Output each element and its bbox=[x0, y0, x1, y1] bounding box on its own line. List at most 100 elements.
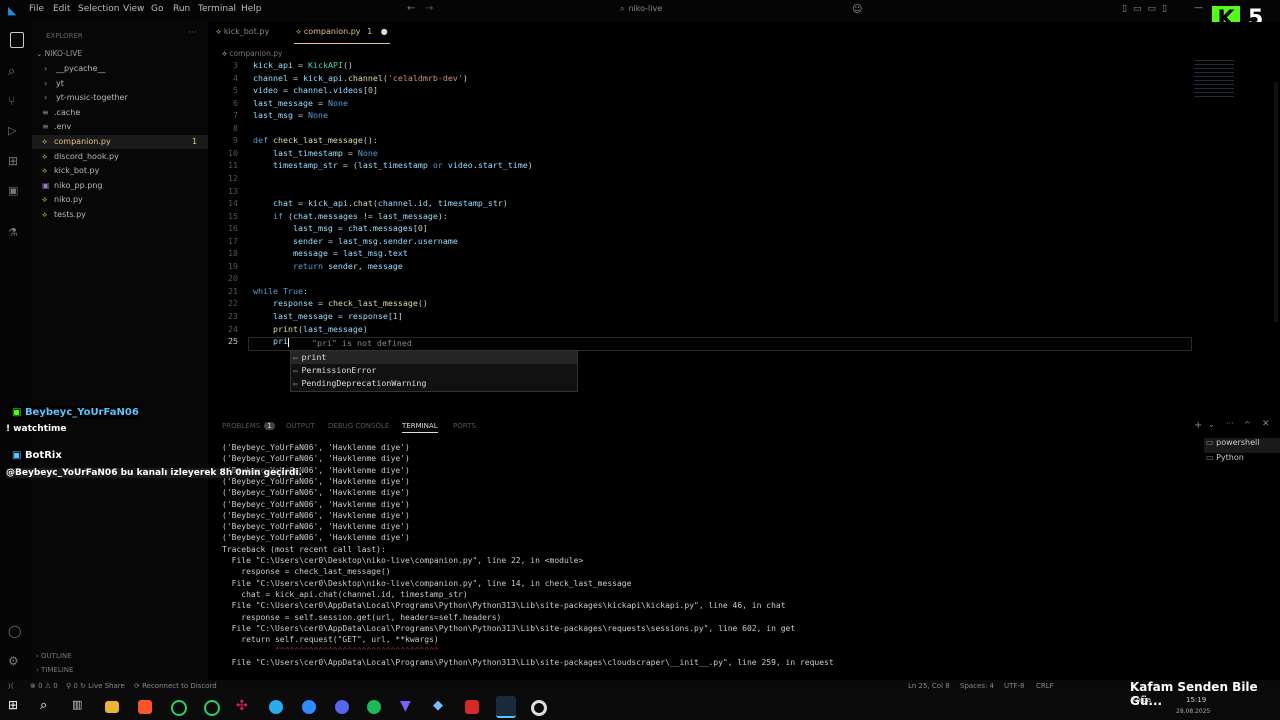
code-line[interactable]: 16 last_msg = chat.messages[0] bbox=[208, 222, 1208, 235]
code-line[interactable]: 6 last_message = None bbox=[208, 97, 1208, 110]
windows-start-icon[interactable]: ⊞ bbox=[8, 698, 26, 716]
file-explorer-icon[interactable] bbox=[105, 701, 119, 713]
menu-item-help[interactable]: Help bbox=[241, 4, 262, 14]
accounts-icon[interactable]: ◯ bbox=[8, 624, 24, 640]
command-center-search[interactable]: ⌕ niko-live bbox=[620, 4, 840, 18]
back-arrow-icon[interactable]: ← bbox=[407, 3, 415, 14]
settings-gear-icon[interactable]: ⚙ bbox=[8, 654, 24, 670]
clock-date[interactable]: 28.08.2025 bbox=[1176, 708, 1210, 715]
code-line[interactable]: 4 channel = kick_api.channel('celaldmrb-d… bbox=[208, 72, 1208, 85]
menu-item-go[interactable]: Go bbox=[151, 4, 163, 14]
forward-arrow-icon[interactable]: → bbox=[425, 3, 433, 14]
code-line[interactable]: 12 bbox=[208, 172, 1208, 185]
menu-item-file[interactable]: File bbox=[29, 4, 44, 14]
add-terminal-icon[interactable]: + bbox=[1194, 420, 1202, 431]
cursor-position[interactable]: Ln 25, Col 8 bbox=[908, 682, 950, 690]
code-line[interactable]: 14 chat = kick_api.chat(channel.id, time… bbox=[208, 197, 1208, 210]
acrobat-icon[interactable] bbox=[465, 700, 479, 714]
suggestion-item[interactable]: ▭ print bbox=[291, 351, 577, 364]
file-item--env[interactable]: ≡ .env bbox=[32, 120, 208, 134]
vpn-icon[interactable]: ▼ bbox=[400, 698, 418, 716]
code-line[interactable]: 5 video = channel.videos[0] bbox=[208, 84, 1208, 97]
shell-item-python[interactable]: ▭ Python bbox=[1204, 453, 1280, 468]
whatsapp-icon[interactable] bbox=[171, 700, 187, 716]
spotify-icon[interactable] bbox=[367, 700, 381, 714]
tab-companion[interactable]: ⟡ companion.py 1 ● bbox=[296, 27, 388, 41]
line-ending[interactable]: CRLF bbox=[1036, 682, 1054, 690]
search-icon[interactable]: ⌕ bbox=[40, 698, 58, 716]
minimize-button[interactable]: — bbox=[1194, 3, 1203, 13]
code-line[interactable]: 9 def check_last_message(): bbox=[208, 134, 1208, 147]
code-line[interactable]: 13 bbox=[208, 185, 1208, 198]
code-line[interactable]: 17 sender = last_msg.sender.username bbox=[208, 235, 1208, 248]
search-icon[interactable]: ⌕ bbox=[8, 64, 24, 80]
outline-section[interactable]: › OUTLINE bbox=[36, 652, 72, 660]
code-line[interactable]: 24 print(last_message) bbox=[208, 323, 1208, 336]
menu-item-selection[interactable]: Selection bbox=[78, 4, 119, 14]
telegram-icon[interactable] bbox=[269, 700, 283, 714]
timeline-section[interactable]: › TIMELINE bbox=[36, 666, 73, 674]
file-item-kick-bot-py[interactable]: ⟡ kick_bot.py bbox=[32, 164, 208, 178]
code-line[interactable]: 18 message = last_msg.text bbox=[208, 247, 1208, 260]
file-item-niko-py[interactable]: ⟡ niko.py bbox=[32, 193, 208, 207]
code-line[interactable]: 10 last_timestamp = None bbox=[208, 147, 1208, 160]
code-line[interactable]: 8 bbox=[208, 122, 1208, 135]
code-line[interactable]: 23 last_message = response[1] bbox=[208, 310, 1208, 323]
whatsapp-business-icon[interactable] bbox=[204, 700, 220, 716]
ports-status[interactable]: ⚲ 0 bbox=[66, 682, 78, 690]
remote-icon[interactable]: ⟩⟨ bbox=[8, 682, 13, 690]
code-line[interactable]: 21 while True: bbox=[208, 285, 1208, 298]
menu-item-run[interactable]: Run bbox=[173, 4, 190, 14]
code-line[interactable]: 15 if (chat.messages != last_message): bbox=[208, 210, 1208, 223]
maximize-panel-icon[interactable]: ^ bbox=[1244, 420, 1251, 429]
live-share-button[interactable]: ↻ Live Share bbox=[80, 682, 125, 690]
file-item-yt[interactable]: › yt bbox=[32, 77, 208, 91]
code-line[interactable]: 19 return sender, message bbox=[208, 260, 1208, 273]
file-item-tests-py[interactable]: ⟡ tests.py bbox=[32, 208, 208, 222]
code-line[interactable]: 20 bbox=[208, 272, 1208, 285]
file-item-yt-music-together[interactable]: › yt-music-together bbox=[32, 91, 208, 105]
file-item-discord-hook-py[interactable]: ⟡ discord_hook.py bbox=[32, 150, 208, 164]
source-control-icon[interactable]: ⑂ bbox=[8, 94, 24, 110]
workspace-folder[interactable]: ⌄ NIKO-LIVE bbox=[36, 49, 82, 58]
clock-time[interactable]: 15:19 bbox=[1186, 696, 1206, 704]
vscode-taskbar-icon[interactable] bbox=[496, 696, 516, 718]
shell-item-powershell[interactable]: ▭ powershell bbox=[1204, 438, 1280, 453]
copilot-icon[interactable]: ☺ bbox=[852, 4, 862, 15]
problems-status[interactable]: ⊗ 0 ⚠ 0 bbox=[30, 682, 58, 690]
chrome-icon[interactable] bbox=[531, 700, 547, 716]
suggestion-item[interactable]: ▭ PendingDeprecationWarning bbox=[291, 377, 577, 390]
menu-item-edit[interactable]: Edit bbox=[53, 4, 70, 14]
breadcrumb[interactable]: ⟡ companion.py bbox=[222, 49, 282, 59]
scrollbar[interactable] bbox=[1274, 82, 1278, 322]
suggestion-item[interactable]: ▭ PermissionError bbox=[291, 364, 577, 377]
terminal-dropdown-icon[interactable]: ⌄ bbox=[1208, 420, 1215, 429]
more-actions-icon[interactable]: ··· bbox=[188, 28, 197, 38]
indentation[interactable]: Spaces: 4 bbox=[960, 682, 994, 690]
brave-browser-icon[interactable] bbox=[138, 700, 152, 714]
run-debug-icon[interactable]: ▷ bbox=[8, 124, 24, 140]
extensions-icon[interactable]: ⊞ bbox=[8, 154, 24, 170]
code-line[interactable]: 7 last_msg = None bbox=[208, 109, 1208, 122]
code-line[interactable]: 11 timestamp_str = (last_timestamp or vi… bbox=[208, 159, 1208, 172]
file-item--cache[interactable]: ≡ .cache bbox=[32, 106, 208, 120]
testing-icon[interactable]: ⚗ bbox=[8, 226, 24, 242]
app-icon[interactable]: ◆ bbox=[433, 698, 451, 716]
discord-icon[interactable] bbox=[335, 700, 349, 714]
close-panel-icon[interactable]: ✕ bbox=[1262, 419, 1270, 429]
code-line[interactable]: 22 response = check_last_message() bbox=[208, 297, 1208, 310]
code-line[interactable]: 3 kick_api = KickAPI() bbox=[208, 59, 1208, 72]
zoom-icon[interactable] bbox=[302, 700, 316, 714]
tab-kick-bot[interactable]: ⟡ kick_bot.py bbox=[216, 27, 269, 41]
more-icon[interactable]: ··· bbox=[1226, 419, 1234, 428]
task-view-icon[interactable]: ▥ bbox=[72, 698, 90, 716]
unsaved-dot-icon[interactable]: ● bbox=[381, 27, 388, 36]
remote-explorer-icon[interactable]: ▣ bbox=[8, 184, 24, 200]
encoding[interactable]: UTF-8 bbox=[1004, 682, 1024, 690]
panel-tab-ports[interactable]: PORTS bbox=[453, 422, 476, 430]
slack-icon[interactable]: ✣ bbox=[236, 698, 254, 716]
menu-item-terminal[interactable]: Terminal bbox=[198, 4, 236, 14]
discord-reconnect-button[interactable]: ⟳ Reconnect to Discord bbox=[134, 682, 217, 690]
menu-item-view[interactable]: View bbox=[123, 4, 144, 14]
layout-icons[interactable]: ▯▭▭▯ bbox=[1122, 4, 1173, 14]
